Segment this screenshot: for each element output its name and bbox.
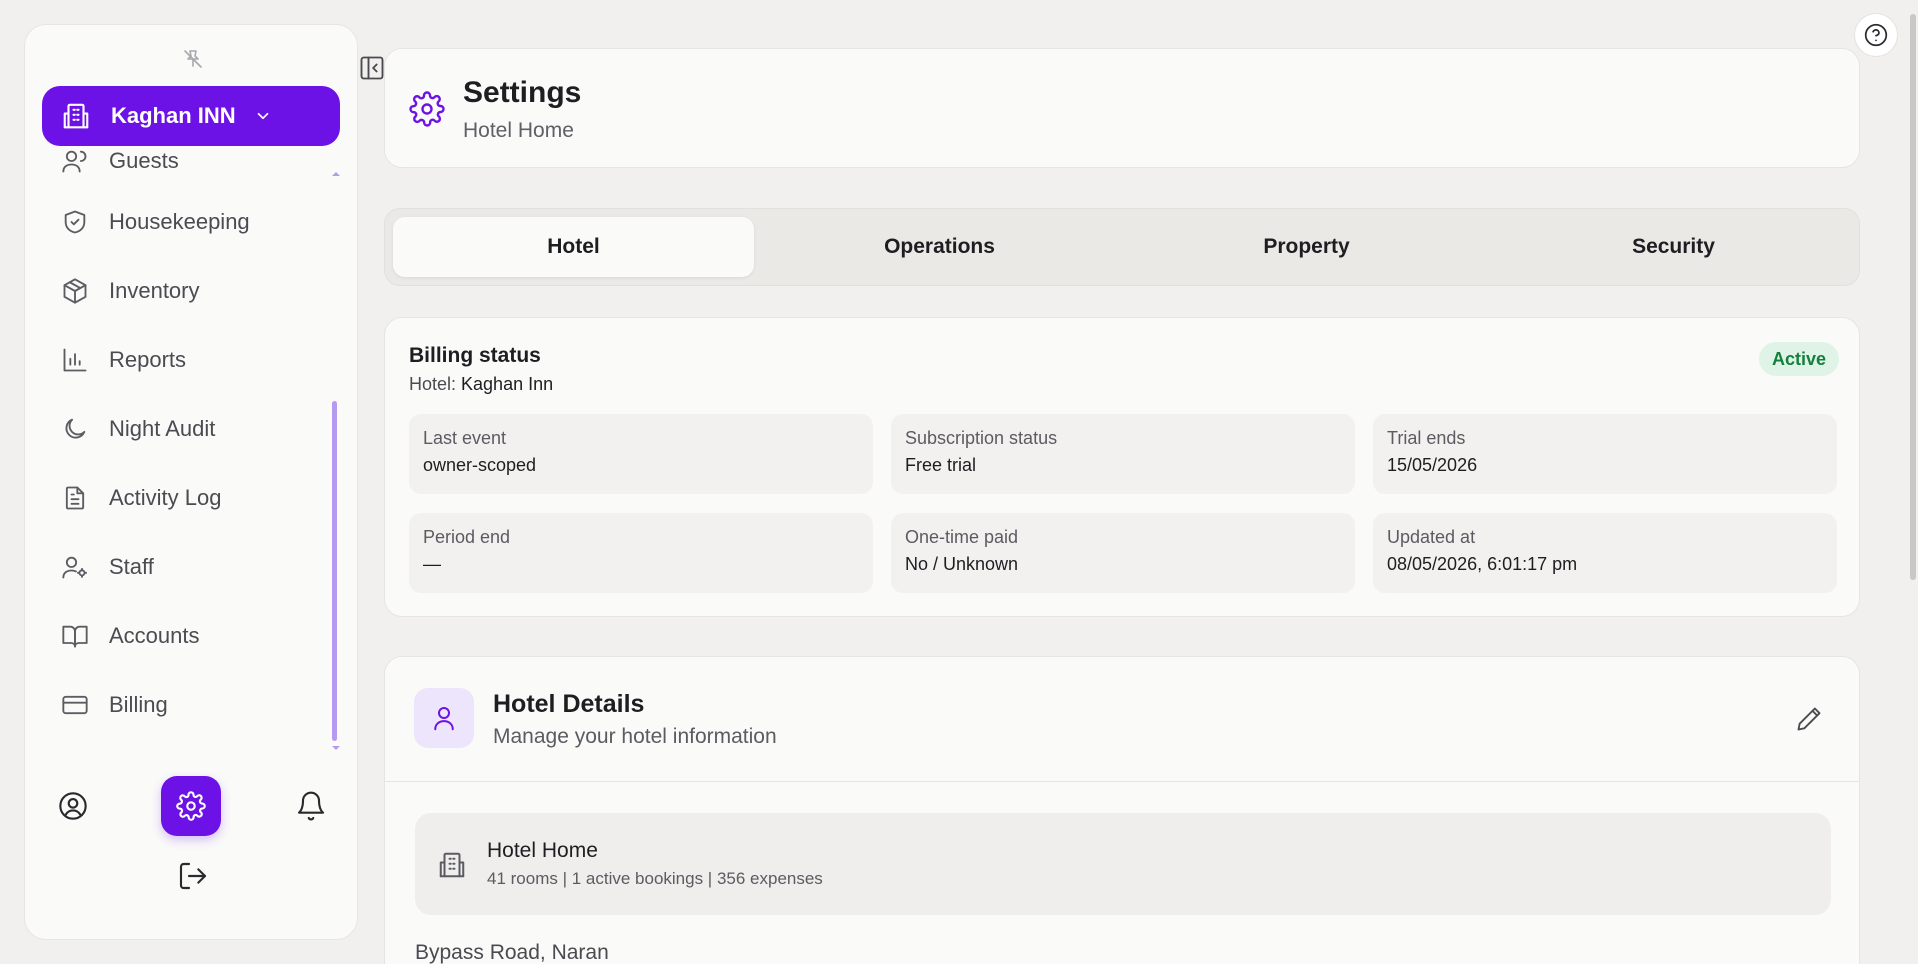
sidebar-item-label: Night Audit [109,416,216,441]
moon-icon [61,415,89,443]
sidebar-item-label: Accounts [109,623,200,648]
stat-last-event: Last event owner-scoped [409,414,873,494]
bell-icon[interactable] [295,790,327,822]
hotel-switcher[interactable]: Kaghan INN [42,86,340,146]
book-open-icon [61,622,89,650]
stat-trial-ends: Trial ends 15/05/2026 [1373,414,1837,494]
page-header: Settings Hotel Home [384,48,1860,168]
stat-subscription-status: Subscription status Free trial [891,414,1355,494]
stat-label: Trial ends [1387,428,1466,448]
sidebar-item-label: Reports [109,347,187,372]
sidebar-item-label: Staff [109,554,154,579]
stat-period-end: Period end — [409,513,873,593]
sidebar-nav: Guests Housekeeping Inventory Reports Ni… [25,147,345,777]
gear-icon [176,791,206,821]
billing-status-title: Billing status [409,344,541,367]
stat-value: No / Unknown [905,554,1019,574]
user-cog-icon [61,553,89,581]
sidebar: Kaghan INN Guests Housekeeping Inventory [24,24,358,940]
hotel-address: Bypass Road, Naran [415,941,609,964]
scroll-up-arrow[interactable] [331,171,341,177]
billing-hotel-name: Kaghan Inn [461,374,554,394]
chevron-down-icon [254,107,272,125]
users-icon [61,147,89,175]
sidebar-item-label: Inventory [109,278,200,303]
stat-label: Last event [423,428,507,448]
user-icon [429,703,459,733]
stat-value: — [423,554,441,574]
sidebar-item-activity-log[interactable]: Activity Log [61,476,222,520]
pencil-icon[interactable] [1795,705,1823,733]
status-badge: Active [1759,342,1840,376]
hotel-details-card: Hotel Details Manage your hotel informat… [384,656,1860,964]
stat-value: Free trial [905,455,977,475]
settings-tabs: Hotel Operations Property Security [384,208,1860,286]
scroll-down-arrow[interactable] [331,745,341,751]
building-icon [61,101,91,131]
sidebar-item-housekeeping[interactable]: Housekeeping [61,200,250,244]
tab-security[interactable]: Security [1493,217,1854,277]
help-button[interactable] [1854,13,1898,57]
logout-icon[interactable] [177,860,209,892]
sidebar-item-accounts[interactable]: Accounts [61,614,200,658]
gear-icon [409,91,445,127]
page-title: Settings [463,76,582,109]
hotel-details-title: Hotel Details [493,690,645,718]
sidebar-item-staff[interactable]: Staff [61,545,154,589]
stat-label: Updated at [1387,527,1476,547]
box-icon [61,277,89,305]
sidebar-item-reports[interactable]: Reports [61,338,186,382]
billing-hotel-prefix: Hotel: [409,374,462,394]
help-circle-icon [1863,22,1889,48]
page-subtitle: Hotel Home [463,119,574,142]
sidebar-item-label: Housekeeping [109,209,250,234]
stat-label: Period end [423,527,511,547]
hotel-meta: 41 rooms | 1 active bookings | 356 expen… [487,869,823,888]
building-icon [437,850,467,880]
settings-button[interactable] [161,776,221,836]
pin-off-icon[interactable] [181,47,205,71]
hotel-name: Hotel Home [487,839,598,862]
avatar [414,688,474,748]
stat-label: One-time paid [905,527,1019,547]
stat-value: owner-scoped [423,455,537,475]
page-scrollbar[interactable] [1910,14,1916,580]
file-text-icon [61,484,89,512]
collapse-sidebar-icon[interactable] [358,54,386,82]
bar-chart-icon [61,346,89,374]
billing-status-card: Billing status Hotel: Kaghan Inn Active … [384,317,1860,617]
sidebar-item-guests[interactable]: Guests [61,147,179,183]
hotel-switcher-name: Kaghan INN [111,103,236,128]
sidebar-item-label: Activity Log [109,485,222,510]
tab-property[interactable]: Property [1126,217,1487,277]
hotel-summary-row: Hotel Home 41 rooms | 1 active bookings … [415,813,1831,915]
sidebar-item-inventory[interactable]: Inventory [61,269,200,313]
stat-one-time-paid: One-time paid No / Unknown [891,513,1355,593]
sidebar-item-night-audit[interactable]: Night Audit [61,407,215,451]
sidebar-scrollbar[interactable] [332,401,337,741]
tab-hotel[interactable]: Hotel [393,217,754,277]
stat-value: 08/05/2026, 6:01:17 pm [1387,554,1578,574]
hotel-details-subtitle: Manage your hotel information [493,725,777,748]
user-circle-icon[interactable] [57,790,89,822]
billing-hotel: Hotel: Kaghan Inn [409,374,553,395]
divider [385,781,1859,782]
sidebar-item-label: Guests [109,148,179,173]
stat-updated-at: Updated at 08/05/2026, 6:01:17 pm [1373,513,1837,593]
sidebar-item-billing[interactable]: Billing [61,683,168,727]
credit-card-icon [61,691,89,719]
stat-label: Subscription status [905,428,1058,448]
shield-check-icon [61,208,89,236]
stat-value: 15/05/2026 [1387,455,1478,475]
tab-operations[interactable]: Operations [759,217,1120,277]
sidebar-item-label: Billing [109,692,168,717]
